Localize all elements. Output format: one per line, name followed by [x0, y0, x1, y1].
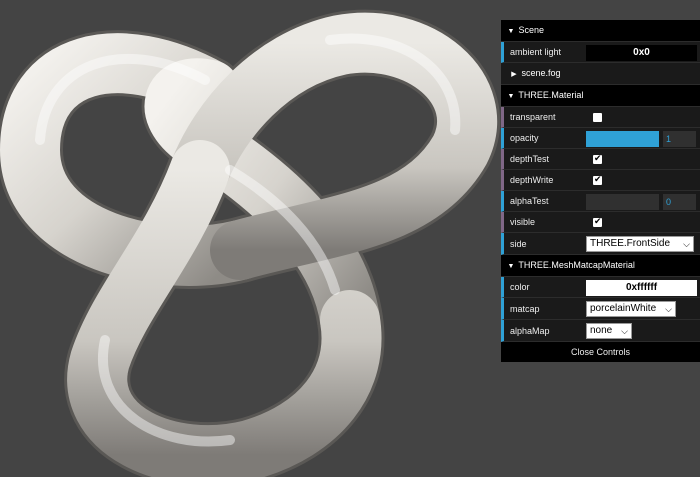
row-alpha-test: alphaTest 0: [501, 191, 700, 212]
transparent-label: transparent: [510, 112, 556, 122]
row-matcap: matcap porcelainWhite ⌵: [501, 298, 700, 320]
torus-knot-mesh: [0, 9, 500, 477]
side-label: side: [510, 239, 527, 249]
matcap-select[interactable]: porcelainWhite ⌵: [586, 301, 676, 317]
row-visible: visible ✔: [501, 212, 700, 233]
chevron-down-icon: ⌵: [665, 304, 672, 314]
alpha-map-select-value: none: [590, 325, 613, 336]
row-alpha-map: alphaMap none ⌵: [501, 320, 700, 342]
visible-label: visible: [510, 217, 536, 227]
chevron-down-icon: ⌵: [683, 239, 690, 249]
folder-scene-fog-label: scene.fog: [521, 68, 561, 78]
controls-panel: ▼ Scene ambient light 0x0 ▶ scene.fog ▼ …: [501, 20, 700, 362]
opacity-label: opacity: [510, 133, 539, 143]
opacity-slider[interactable]: [586, 131, 659, 147]
folder-material-title[interactable]: ▼ THREE.Material: [501, 85, 700, 107]
color-input[interactable]: 0xffffff: [586, 280, 697, 296]
depth-write-checkbox[interactable]: ✔: [593, 174, 602, 185]
opacity-input[interactable]: 1: [663, 131, 696, 147]
triangle-down-icon: ▼: [507, 93, 515, 100]
alpha-map-select[interactable]: none ⌵: [586, 323, 632, 339]
matcap-select-value: porcelainWhite: [590, 303, 657, 314]
row-opacity: opacity 1: [501, 128, 700, 149]
side-select-value: THREE.FrontSide: [590, 238, 671, 249]
matcap-label: matcap: [510, 304, 540, 314]
alpha-test-input[interactable]: 0: [663, 194, 696, 210]
row-side: side THREE.FrontSide ⌵: [501, 233, 700, 255]
folder-scene-title[interactable]: ▼ Scene: [501, 20, 700, 42]
check-icon: ✔: [594, 153, 602, 163]
visible-checkbox[interactable]: ✔: [593, 216, 602, 227]
depth-test-checkbox[interactable]: ✔: [593, 153, 602, 164]
ambient-light-label: ambient light: [510, 47, 562, 57]
close-controls-button[interactable]: Close Controls: [501, 342, 700, 362]
folder-scene-fog-title[interactable]: ▶ scene.fog: [501, 63, 700, 85]
alpha-test-slider[interactable]: [586, 194, 659, 210]
opacity-slider-fill: [586, 131, 659, 147]
folder-material-label: THREE.Material: [518, 90, 584, 100]
row-depth-write: depthWrite ✔: [501, 170, 700, 191]
triangle-right-icon: ▶: [511, 71, 517, 78]
check-icon: ✔: [594, 174, 602, 184]
alpha-map-label: alphaMap: [510, 326, 550, 336]
folder-matcap-material-label: THREE.MeshMatcapMaterial: [518, 260, 635, 270]
depth-write-label: depthWrite: [510, 175, 554, 185]
color-label: color: [510, 282, 530, 292]
row-color: color 0xffffff: [501, 277, 700, 298]
ambient-light-color-input[interactable]: 0x0: [586, 45, 697, 61]
folder-matcap-material-title[interactable]: ▼ THREE.MeshMatcapMaterial: [501, 255, 700, 277]
row-ambient-light: ambient light 0x0: [501, 42, 700, 63]
triangle-down-icon: ▼: [507, 28, 515, 35]
row-depth-test: depthTest ✔: [501, 149, 700, 170]
transparent-checkbox[interactable]: [593, 113, 602, 122]
chevron-down-icon: ⌵: [621, 326, 628, 336]
depth-test-label: depthTest: [510, 154, 550, 164]
triangle-down-icon: ▼: [507, 263, 515, 270]
row-transparent: transparent: [501, 107, 700, 128]
check-icon: ✔: [594, 216, 602, 226]
side-select[interactable]: THREE.FrontSide ⌵: [586, 236, 694, 252]
folder-scene-label: Scene: [518, 25, 545, 35]
alpha-test-label: alphaTest: [510, 196, 549, 206]
